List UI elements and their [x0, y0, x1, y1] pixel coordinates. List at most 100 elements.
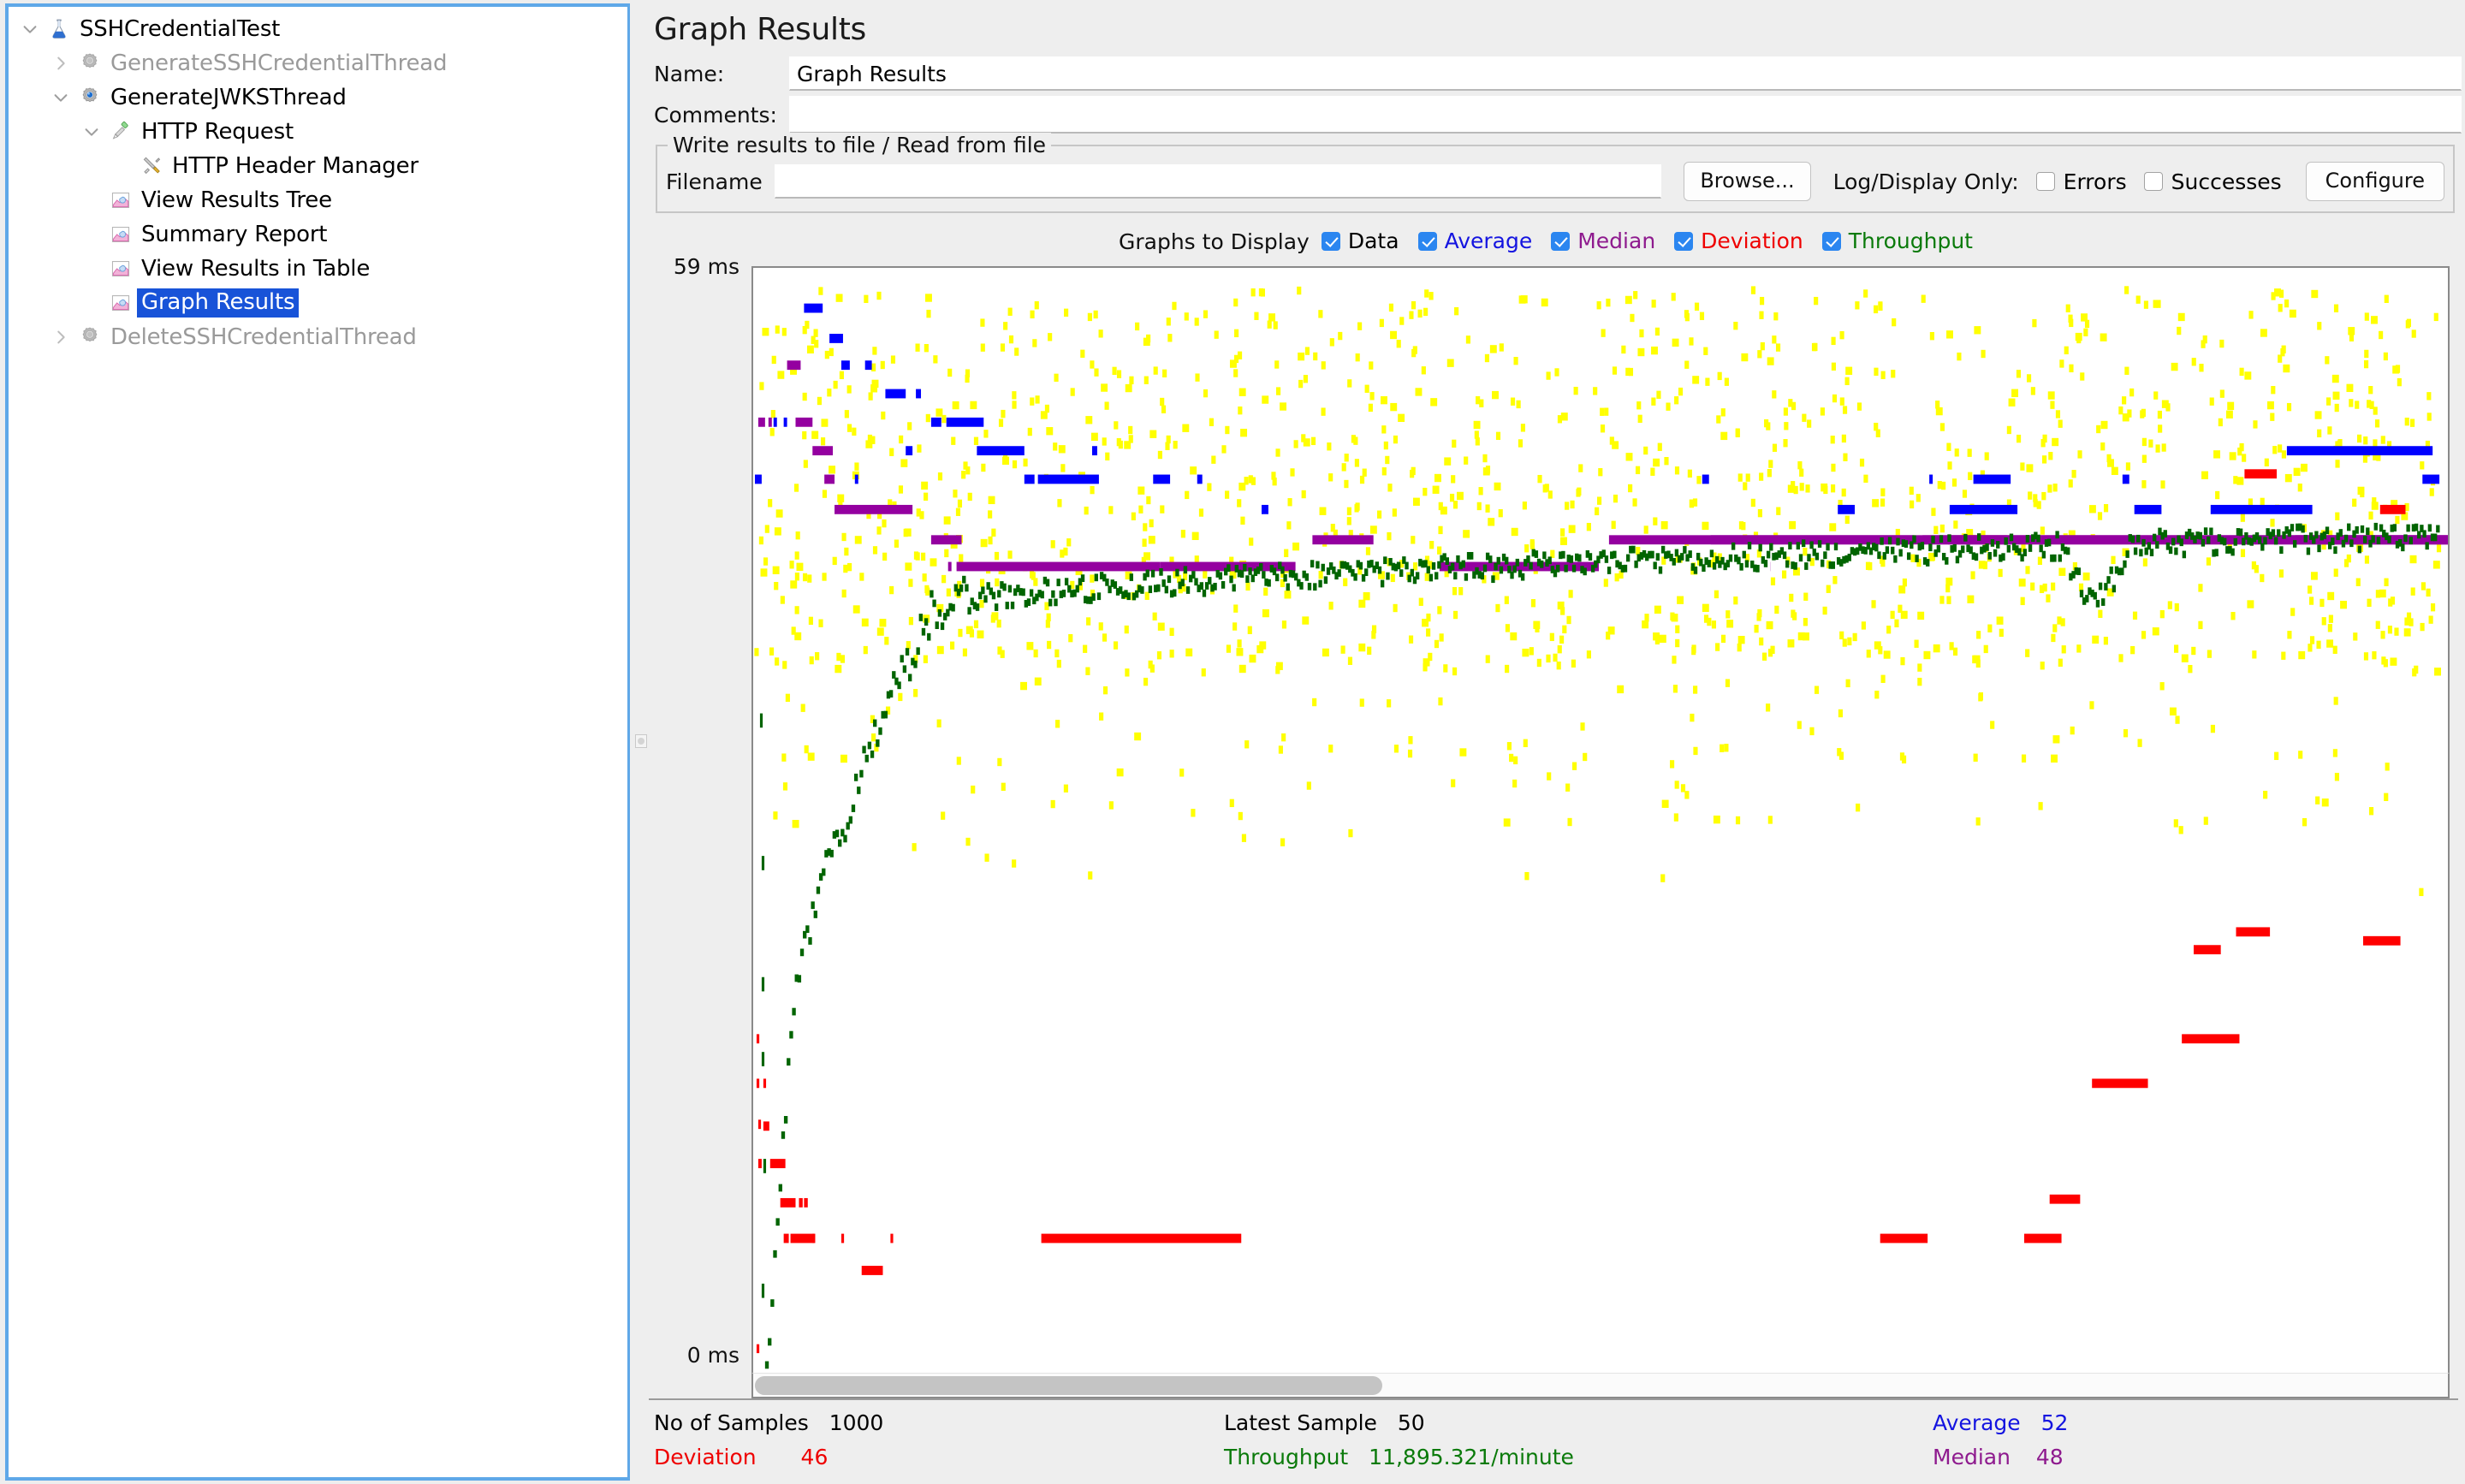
tree-item-summary-report[interactable]: Summary Report — [9, 217, 627, 252]
tree-item-sshcredentialtest[interactable]: SSHCredentialTest — [9, 12, 627, 46]
tree-item-view-results-tree[interactable]: View Results Tree — [9, 183, 627, 217]
median-value: 48 — [2036, 1445, 2064, 1469]
tree-item-label: HTTP Request — [135, 119, 294, 145]
listener-icon — [106, 258, 135, 280]
chevron-right-icon[interactable] — [46, 54, 75, 73]
header-manager-icon — [137, 155, 166, 177]
listener-icon — [106, 223, 135, 246]
tree-item-label: GenerateJWKSThread — [104, 85, 347, 110]
write-results-group-title: Write results to file / Read from file — [668, 133, 1051, 157]
successes-checkbox-label: Successes — [2171, 169, 2282, 194]
chart-area: 59 ms 0 ms — [649, 266, 2462, 1398]
throughput-value: 11,895.321/minute — [1369, 1445, 1574, 1469]
name-row: Name: Graph Results — [649, 56, 2462, 92]
tree-item-label: Summary Report — [135, 222, 327, 247]
http-sampler-icon — [106, 121, 135, 143]
samples-value: 1000 — [829, 1410, 884, 1435]
graph-toggle-deviation[interactable]: Deviation — [1674, 229, 1803, 253]
splitter-grip-icon[interactable] — [635, 734, 647, 748]
y-axis-max-tick: 59 ms — [674, 254, 740, 279]
name-input[interactable]: Graph Results — [789, 56, 2462, 91]
chevron-down-icon[interactable] — [77, 122, 106, 141]
latest-sample-label: Latest Sample — [1224, 1410, 1377, 1435]
tree-item-generatejwksthread[interactable]: GenerateJWKSThread — [9, 80, 627, 115]
tree-item-http-request[interactable]: HTTP Request — [9, 115, 627, 149]
name-label: Name: — [654, 62, 789, 86]
tree-item-label: HTTP Header Manager — [166, 153, 419, 179]
tree-item-label: View Results Tree — [135, 187, 332, 213]
graph-toggle-throughput-label: Throughput — [1849, 229, 1973, 253]
tree-item-generatesshcredentialthread[interactable]: GenerateSSHCredentialThread — [9, 46, 627, 80]
tree-item-view-results-in-table[interactable]: View Results in Table — [9, 252, 627, 286]
samples-label: No of Samples — [654, 1410, 809, 1435]
write-results-group: Write results to file / Read from file F… — [656, 145, 2455, 213]
deviation-stat: Deviation 46 — [654, 1445, 828, 1469]
successes-checkbox-box[interactable] — [2144, 172, 2163, 191]
comments-label: Comments: — [654, 103, 789, 128]
panel-splitter[interactable] — [633, 0, 649, 1484]
tree-item-label: GenerateSSHCredentialThread — [104, 50, 447, 76]
graph-scrollbar-thumb[interactable] — [755, 1376, 1382, 1395]
errors-checkbox[interactable]: Errors — [2036, 169, 2127, 194]
graph-toggle-deviation-label: Deviation — [1701, 229, 1803, 253]
page-title: Graph Results — [649, 0, 2462, 56]
jmeter-window: SSHCredentialTest GenerateSSHCredentialTh… — [0, 0, 2465, 1484]
average-label: Average — [1933, 1410, 2021, 1435]
y-axis-min-tick: 0 ms — [687, 1343, 740, 1368]
graph-toggle-data-label: Data — [1348, 229, 1399, 253]
errors-checkbox-box[interactable] — [2036, 172, 2055, 191]
thread-group-disabled-icon — [75, 326, 104, 348]
tree-item-http-header-manager[interactable]: HTTP Header Manager — [9, 149, 627, 183]
graphs-to-display-row: Graphs to Display DataAverageMedianDevia… — [649, 217, 2462, 266]
average-value: 52 — [2041, 1410, 2069, 1435]
comments-row: Comments: — [649, 97, 2462, 133]
tree-item-label: DeleteSSHCredentialThread — [104, 324, 417, 350]
successes-checkbox[interactable]: Successes — [2144, 169, 2282, 194]
thread-group-disabled-icon — [75, 52, 104, 74]
tree-item-deletesshcredentialthread[interactable]: DeleteSSHCredentialThread — [9, 320, 627, 354]
errors-checkbox-label: Errors — [2064, 169, 2127, 194]
graph-plot[interactable] — [751, 266, 2450, 1373]
average-stat: Average 52 — [1933, 1410, 2068, 1435]
listener-icon — [106, 292, 135, 314]
status-bar: No of Samples 1000 Deviation 46 Latest S… — [649, 1398, 2458, 1484]
y-axis: 59 ms 0 ms — [649, 266, 751, 1398]
median-stat: Median 48 — [1933, 1445, 2064, 1469]
log-display-only-label: Log/Display Only: — [1833, 169, 2019, 194]
tree-item-graph-results[interactable]: Graph Results — [9, 286, 627, 320]
chevron-down-icon[interactable] — [46, 88, 75, 107]
graph-plot-svg — [753, 268, 2448, 1373]
chevron-down-icon[interactable] — [15, 20, 45, 39]
test-plan-icon — [45, 18, 74, 40]
test-plan-tree-panel: SSHCredentialTest GenerateSSHCredentialTh… — [0, 0, 633, 1484]
graph-horizontal-scrollbar[interactable] — [751, 1373, 2450, 1398]
throughput-label: Throughput — [1224, 1445, 1348, 1469]
graph-toggle-average-box[interactable] — [1418, 232, 1437, 251]
graph-toggle-average-label: Average — [1445, 229, 1533, 253]
filename-label: Filename — [666, 169, 775, 194]
graph-toggle-throughput[interactable]: Throughput — [1822, 229, 1973, 253]
thread-group-icon — [75, 86, 104, 109]
graph-toggle-median-label: Median — [1577, 229, 1655, 253]
graph-toggle-data[interactable]: Data — [1322, 229, 1399, 253]
listener-icon — [106, 189, 135, 211]
plot-wrapper — [751, 266, 2450, 1398]
graph-toggle-deviation-box[interactable] — [1674, 232, 1693, 251]
graph-toggle-average[interactable]: Average — [1418, 229, 1533, 253]
comments-input[interactable] — [789, 96, 2462, 134]
graph-toggle-median-box[interactable] — [1551, 232, 1570, 251]
test-plan-tree[interactable]: SSHCredentialTest GenerateSSHCredentialTh… — [5, 3, 630, 1481]
filename-input[interactable] — [775, 164, 1662, 199]
graph-toggle-data-box[interactable] — [1322, 232, 1340, 251]
throughput-stat: Throughput 11,895.321/minute — [1224, 1445, 1574, 1469]
browse-button[interactable]: Browse... — [1684, 162, 1810, 201]
configure-button[interactable]: Configure — [2306, 162, 2444, 201]
latest-sample-value: 50 — [1398, 1410, 1425, 1435]
graph-toggle-median[interactable]: Median — [1551, 229, 1655, 253]
deviation-label: Deviation — [654, 1445, 757, 1469]
samples-stat: No of Samples 1000 — [654, 1410, 883, 1435]
graph-toggle-throughput-box[interactable] — [1822, 232, 1841, 251]
tree-item-label: Graph Results — [137, 288, 299, 318]
tree-item-label: View Results in Table — [135, 256, 370, 282]
chevron-right-icon[interactable] — [46, 328, 75, 347]
